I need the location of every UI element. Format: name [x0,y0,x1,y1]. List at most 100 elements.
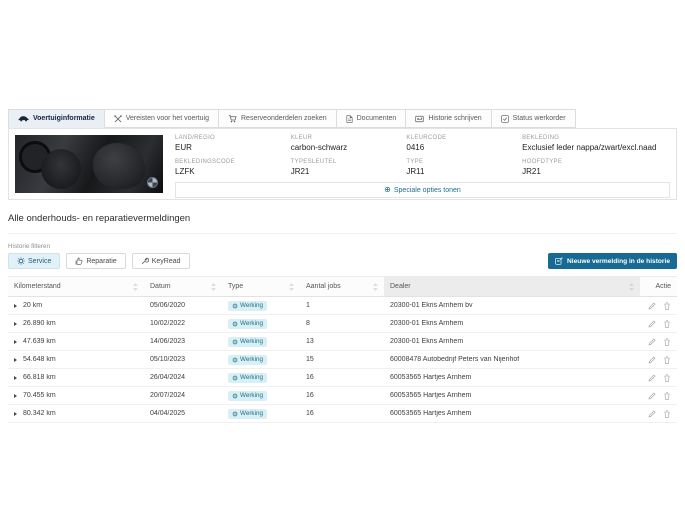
column-header-datum[interactable]: Datum [144,277,222,296]
tab-vereisten-voertuig[interactable]: Vereisten voor het voertuig [104,109,219,128]
edit-icon[interactable] [648,410,656,418]
tab-historie-schrijven[interactable]: Historie schrijven [406,109,492,128]
plus-circle-icon: ⊕ [384,185,391,194]
column-label: Actie [655,283,671,290]
gear-icon [232,410,238,417]
edit-icon[interactable] [648,374,656,382]
cell-actie [640,338,677,346]
cell-aantal-jobs: 16 [306,410,314,417]
expand-row-icon[interactable] [14,303,17,308]
expand-row-icon[interactable] [14,339,17,344]
field-label: TYPESLEUTEL [290,159,337,165]
tab-voertuiginformatie[interactable]: Voertuiginformatie [8,109,105,128]
edit-icon[interactable] [648,320,656,328]
kilometer-value: 54.648 km [23,356,56,363]
tab-reserveonderdelen[interactable]: Reserveonderdelen zoeken [219,109,337,128]
expand-row-icon[interactable] [14,393,17,398]
type-badge: Werking [228,390,267,401]
filter-chips: Service Reparatie KeyRead [8,253,190,269]
sort-icon [289,282,294,291]
table-row: 26.890 km 10/02/2022 Werking 8 20300-01 … [8,315,677,333]
edit-icon[interactable] [648,338,656,346]
cell-dealer: 60053565 Hartjes Arnhem [390,374,472,381]
column-label: Type [228,283,244,290]
field-value: Exclusief leder nappa/zwart/excl.naad [522,143,657,152]
cell-actie [640,374,677,382]
vehicle-interior-photo [15,135,163,193]
field-land-regio: LAND/REGIO EUR [175,135,285,152]
cell-actie [640,320,677,328]
expand-row-icon[interactable] [14,321,17,326]
type-badge: Werking [228,354,267,365]
history-table: Kilometerstand Datum Type Aantal jobs De… [8,276,677,423]
column-header-actie: Actie [640,277,677,296]
tab-status-werkorder[interactable]: Status werkorder [491,109,576,128]
cell-aantal-jobs: 1 [306,302,310,309]
cell-type: Werking [222,390,300,401]
field-label: KLEUR [290,135,313,141]
field-value: JR21 [290,167,310,176]
cell-kilometerstand: 70.455 km [8,392,144,399]
cell-datum: 14/06/2023 [150,338,186,345]
delete-icon[interactable] [663,356,671,364]
cart-icon [228,114,237,123]
delete-icon[interactable] [663,410,671,418]
cell-kilometerstand: 26.890 km [8,320,144,327]
edit-icon[interactable] [648,392,656,400]
expand-row-icon[interactable] [14,357,17,362]
cell-kilometerstand: 54.648 km [8,356,144,363]
tab-documenten[interactable]: Documenten [336,109,407,128]
column-header-aantal-jobs[interactable]: Aantal jobs [300,277,384,296]
new-history-entry-button[interactable]: Nieuwe vermelding in de historie [548,253,677,269]
cell-type: Werking [222,354,300,365]
special-options-toggle[interactable]: ⊕ Speciale opties tonen [175,182,670,198]
type-badge: Werking [228,300,267,311]
cell-actie [640,356,677,364]
column-label: Aantal jobs [306,283,341,290]
delete-icon[interactable] [663,302,671,310]
tab-label: Historie schrijven [428,115,482,122]
field-label: KLEURCODE [406,135,447,141]
column-header-kilometerstand[interactable]: Kilometerstand [8,277,144,296]
field-value: JR11 [406,167,425,176]
column-header-type[interactable]: Type [222,277,300,296]
history-table-header: Kilometerstand Datum Type Aantal jobs De… [8,276,677,297]
delete-icon[interactable] [663,374,671,382]
delete-icon[interactable] [663,338,671,346]
filter-chip-keyread[interactable]: KeyRead [131,253,190,269]
gear-icon [232,338,238,345]
gear-icon [232,356,238,363]
field-value: EUR [175,143,192,152]
seat-shape [41,149,81,189]
field-type: TYPE JR11 [406,159,516,176]
gear-icon [232,320,238,327]
cell-actie [640,302,677,310]
cell-aantal-jobs: 8 [306,320,310,327]
table-row: 20 km 05/06/2020 Werking 1 20300-01 Ekri… [8,297,677,315]
cell-kilometerstand: 80.342 km [8,410,144,417]
field-label: HOOFDTYPE [522,159,563,165]
gear-icon [232,392,238,399]
cell-aantal-jobs: 16 [306,392,314,399]
field-value: LZFK [175,167,195,176]
kilometer-value: 70.455 km [23,392,56,399]
column-label: Datum [150,283,171,290]
column-header-dealer[interactable]: Dealer [384,277,640,296]
field-bekledingscode: BEKLEDINGSCODE LZFK [175,159,285,176]
kilometer-value: 66.818 km [23,374,56,381]
status-icon [500,114,509,123]
delete-icon[interactable] [663,320,671,328]
filter-chip-service[interactable]: Service [8,253,61,269]
field-typesleutel: TYPESLEUTEL JR21 [291,159,401,176]
cell-datum: 26/04/2024 [150,374,186,381]
filter-chip-reparatie[interactable]: Reparatie [66,253,126,269]
cell-dealer: 60053565 Hartjes Arnhem [390,410,472,417]
edit-icon[interactable] [648,356,656,364]
history-section-heading: Alle onderhouds- en reparatievermeldinge… [8,213,677,234]
expand-row-icon[interactable] [14,375,17,380]
edit-icon[interactable] [648,302,656,310]
delete-icon[interactable] [663,392,671,400]
field-value: JR21 [522,167,541,176]
expand-row-icon[interactable] [14,411,17,416]
cell-actie [640,392,677,400]
